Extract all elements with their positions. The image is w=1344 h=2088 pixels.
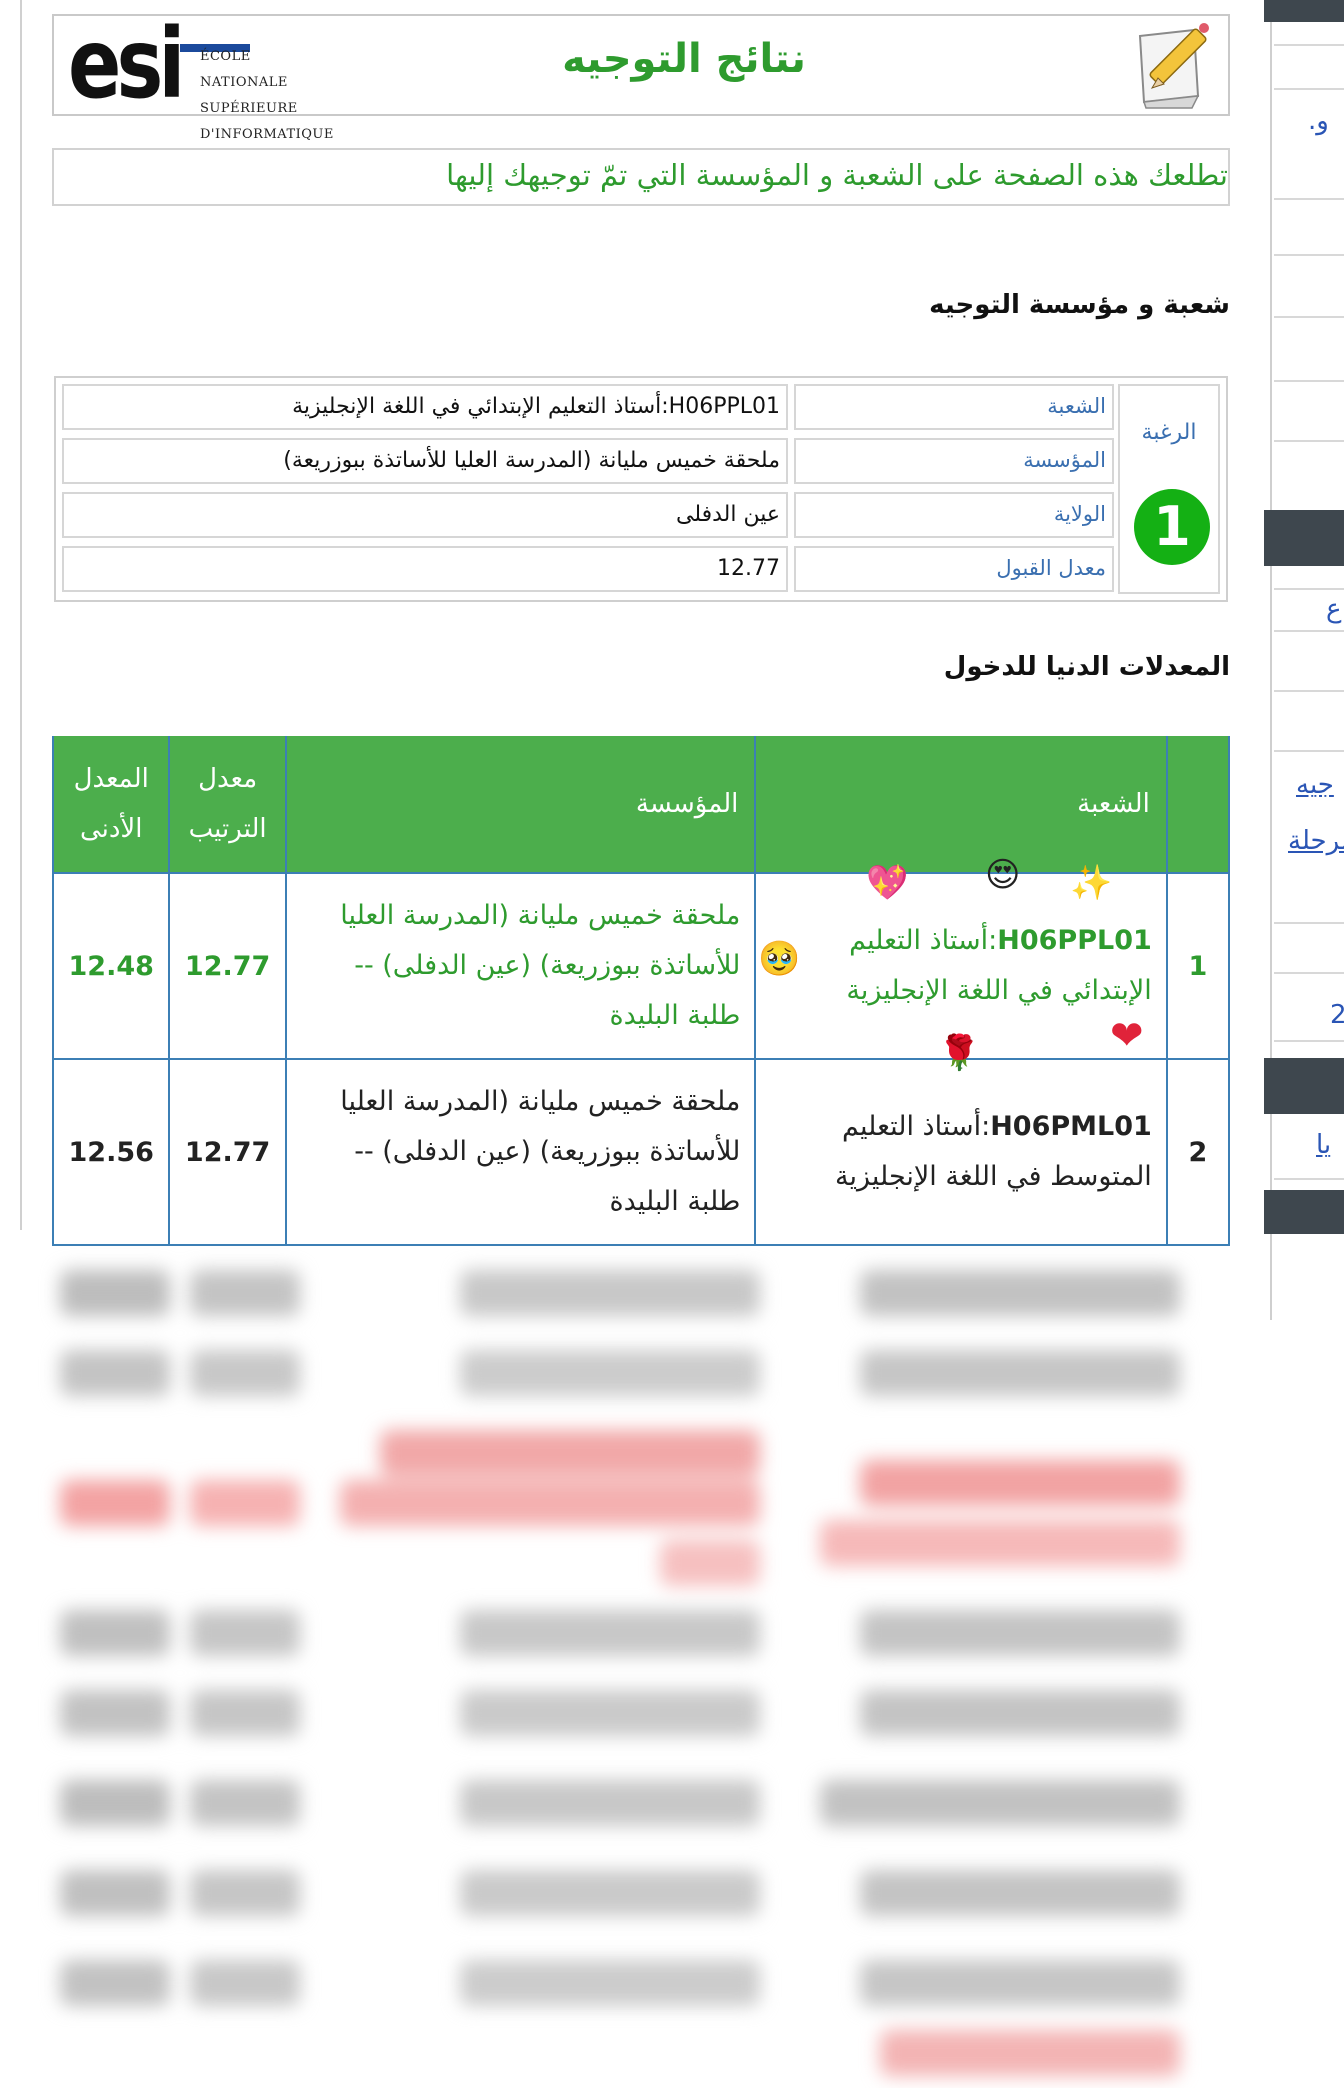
row-institution-line1: ملحقة خميس مليانة (المدرسة العليا <box>340 1086 741 1117</box>
row-institution: ملحقة خميس مليانة (المدرسة العليا للأسات… <box>284 872 757 1060</box>
row-rank-average: 12.77 <box>168 1058 287 1246</box>
table-row: 2 H06PML01:أستاذ التعليم المتوسط في اللغ… <box>51 1058 1231 1246</box>
row-field-name-2: الإبتدائي في اللغة الإنجليزية <box>846 975 1152 1006</box>
page-border <box>20 0 22 1230</box>
info-message: تطلعك هذه الصفحة على الشعبة و المؤسسة ال… <box>52 148 1230 206</box>
row-min-average: 12.48 <box>51 872 171 1060</box>
row-min-average: 12.56 <box>51 1058 171 1246</box>
field-label: الشعبة <box>794 384 1114 430</box>
choice-label: الرغبة <box>1141 420 1197 445</box>
row-field-name-1: :أستاذ التعليم <box>849 925 998 956</box>
info-text: تطلعك هذه الصفحة على الشعبة و المؤسسة ال… <box>446 158 1228 192</box>
header-min-average-line1: المعدل <box>73 764 149 794</box>
wilaya-row: الولاية عين الدفلى <box>62 492 1114 538</box>
choice-number-badge: 1 <box>1134 489 1210 565</box>
admission-avg-row: معدل القبول 12.77 <box>62 546 1114 592</box>
sidebar-item-fragment-1[interactable]: و. <box>1308 106 1329 136</box>
field-value: H06PPL01:أستاذ التعليم الإبتدائي في اللغ… <box>62 384 788 430</box>
right-sidebar: و. ع جيه مرحلة 2 يا <box>1264 0 1344 1320</box>
sidebar-divider <box>1274 254 1344 256</box>
sidebar-dark-band-3 <box>1264 1058 1344 1114</box>
sidebar-divider <box>1274 198 1344 200</box>
sidebar-divider <box>1274 316 1344 318</box>
sidebar-divider <box>1274 44 1344 46</box>
header-min-average: المعدل الأدنى <box>51 736 171 874</box>
school-line-1: ÉCOLE NATIONALE <box>200 49 288 90</box>
heart-eyes-icon: 😍 <box>985 855 1021 895</box>
table-row: 1 H06PPL01:أستاذ التعليم الإبتدائي في ال… <box>51 872 1231 1060</box>
school-line-2: SUPÉRIEURE <box>200 101 298 116</box>
header-rank-average: معدل الترتيب <box>168 736 287 874</box>
sidebar-divider <box>1274 630 1344 632</box>
row-rank-average: 12.77 <box>168 872 287 1060</box>
institution-row: المؤسسة ملحقة خميس مليانة (المدرسة العلي… <box>62 438 1114 484</box>
sidebar-divider <box>1274 1178 1344 1180</box>
header-field: الشعبة <box>754 736 1168 874</box>
sidebar-link-orientation[interactable]: جيه <box>1296 770 1334 800</box>
orientation-choice-box: الرغبة 1 الشعبة H06PPL01:أستاذ التعليم ا… <box>54 376 1228 602</box>
header-rank <box>1165 736 1231 874</box>
row-field-name-1: :أستاذ التعليم <box>842 1111 991 1142</box>
sparkles-icon: ✨ <box>1070 863 1113 903</box>
header-min-average-line2: الأدنى <box>79 814 143 844</box>
table-header-row: الشعبة المؤسسة معدل الترتيب المعدل الأدن… <box>51 736 1231 874</box>
header-institution: المؤسسة <box>284 736 757 874</box>
logo-mark: esi <box>68 8 185 120</box>
row-institution-line1: ملحقة خميس مليانة (المدرسة العليا <box>340 900 741 931</box>
sidebar-link-fragment[interactable]: يا <box>1316 1130 1331 1160</box>
row-institution-line3: طلبة البليدة <box>609 1186 741 1217</box>
teary-face-icon: 🥹 <box>758 939 801 979</box>
sidebar-border <box>1270 0 1272 1320</box>
sidebar-dark-band-2 <box>1264 510 1344 566</box>
row-institution-line2: للأساتذة ببوزريعة) (عين الدفلى) -- <box>354 950 741 981</box>
rose-icon: 🌹 <box>938 1033 981 1073</box>
institution-value: ملحقة خميس مليانة (المدرسة العليا للأسات… <box>62 438 788 484</box>
logo-school-name: ÉCOLE NATIONALE SUPÉRIEURE D'INFORMATIQU… <box>200 44 334 148</box>
row-rank: 1 <box>1165 872 1231 1060</box>
pencil-note-icon <box>1138 23 1209 109</box>
sidebar-divider <box>1274 88 1344 90</box>
page-title: نتائج التوجيه <box>562 36 806 82</box>
sidebar-divider <box>1274 380 1344 382</box>
row-field-code: H06PML01 <box>990 1111 1152 1142</box>
header-rank-average-line2: الترتيب <box>188 814 267 844</box>
row-field: H06PML01:أستاذ التعليم المتوسط في اللغة … <box>754 1058 1168 1246</box>
redacted-rows-area <box>20 1230 1260 2088</box>
wilaya-value: عين الدفلى <box>62 492 788 538</box>
row-institution-line3: طلبة البليدة <box>609 1000 741 1031</box>
field-row: الشعبة H06PPL01:أستاذ التعليم الإبتدائي … <box>62 384 1114 430</box>
row-institution: ملحقة خميس مليانة (المدرسة العليا للأسات… <box>284 1058 757 1246</box>
redacted-blur <box>20 1230 1260 2088</box>
sidebar-dark-band-4 <box>1264 1190 1344 1234</box>
sidebar-divider <box>1274 922 1344 924</box>
sidebar-item-fragment-3[interactable]: 2 <box>1330 1000 1344 1030</box>
institution-label: المؤسسة <box>794 438 1114 484</box>
page-header: esi ÉCOLE NATIONALE SUPÉRIEURE D'INFORMA… <box>52 14 1230 142</box>
min-averages-section-title: المعدلات الدنيا للدخول <box>943 652 1230 682</box>
glowing-heart-icon: 💖 <box>866 863 909 903</box>
sidebar-divider <box>1274 588 1344 590</box>
red-heart-icon: ❤ <box>1110 1013 1144 1059</box>
sidebar-divider <box>1274 750 1344 752</box>
row-field-code: H06PPL01 <box>997 925 1152 956</box>
row-field-name-2: المتوسط في اللغة الإنجليزية <box>834 1161 1152 1192</box>
sidebar-item-fragment-2[interactable]: ع <box>1326 594 1342 624</box>
min-averages-table: الشعبة المؤسسة معدل الترتيب المعدل الأدن… <box>51 736 1231 1246</box>
sidebar-divider <box>1274 972 1344 974</box>
row-rank: 2 <box>1165 1058 1231 1246</box>
school-line-3: D'INFORMATIQUE <box>200 127 334 142</box>
admission-avg-label: معدل القبول <box>794 546 1114 592</box>
sidebar-link-stage[interactable]: مرحلة <box>1288 826 1344 856</box>
header-rank-average-line1: معدل <box>198 764 258 794</box>
sidebar-divider <box>1274 690 1344 692</box>
sidebar-dark-band-1 <box>1264 0 1344 22</box>
esi-logo: esi ÉCOLE NATIONALE SUPÉRIEURE D'INFORMA… <box>64 16 333 142</box>
choice-side-panel: الرغبة 1 <box>1118 384 1220 594</box>
row-institution-line2: للأساتذة ببوزريعة) (عين الدفلى) -- <box>354 1136 741 1167</box>
orientation-section-title: شعبة و مؤسسة التوجيه <box>929 290 1230 320</box>
admission-avg-value: 12.77 <box>62 546 788 592</box>
sidebar-divider <box>1274 1040 1344 1042</box>
wilaya-label: الولاية <box>794 492 1114 538</box>
sidebar-divider <box>1274 440 1344 442</box>
